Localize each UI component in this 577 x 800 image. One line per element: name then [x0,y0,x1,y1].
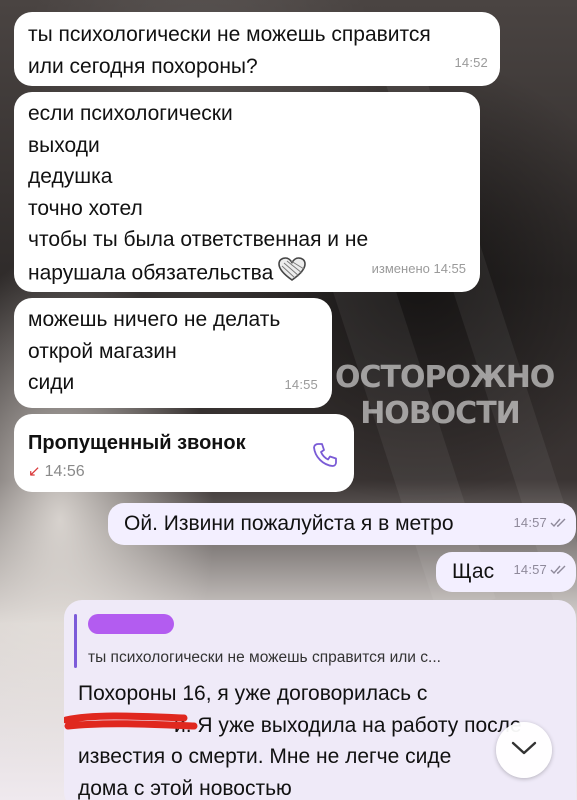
message-text: известия о смерти. Мне не легче сиде [78,745,452,768]
message-text: можешь ничего не делать [28,308,281,331]
heart-icon[interactable] [277,256,307,292]
message-text: или сегодня похороны? [28,54,258,78]
message-text: ты психологически не можешь справится [28,23,431,46]
message-text: Похороны 16, я уже договорилась с [78,682,428,705]
redaction-scribble [64,712,198,730]
message-bubble-incoming[interactable]: ты психологически не можешь справится ил… [14,12,500,86]
double-check-icon [550,555,568,587]
message-text: дома с этой новостью [78,776,292,800]
message-text: открой магазин [28,339,177,363]
message-bubble-outgoing[interactable]: Щас 14:57 [436,552,576,592]
missed-call-meta: ↙ 14:56 [28,456,85,488]
message-bubble-outgoing[interactable]: Ой. Извини пожалуйста я в метро 14:57 [108,503,576,545]
scroll-down-button[interactable] [496,722,552,778]
message-time-with-status: 14:57 [513,507,568,539]
message-time: 14:57 [513,561,547,577]
message-line-with-reaction: нарушала обязательства [28,256,368,292]
chevron-down-icon [511,740,537,761]
message-bubble-incoming[interactable]: можешь ничего не делать открой магазин с… [14,298,332,408]
message-text: чтобы ты была ответственная и не [28,228,369,251]
double-check-icon [550,508,568,540]
message-text: нарушала обязательства [28,260,274,284]
message-bubble-outgoing-reply[interactable]: ты психологически не можешь справится ил… [64,600,576,800]
message-time: 14:52 [454,54,488,70]
missed-call-bubble[interactable]: Пропущенный звонок ↙ 14:56 [14,414,354,492]
message-time-with-status: 14:57 [513,554,568,586]
message-text: выходи [28,133,100,157]
message-text: точно хотел [28,196,143,220]
missed-call-time: 14:56 [44,463,85,480]
missed-call-arrow-icon: ↙ [28,463,41,480]
quote-author-redacted [88,614,174,634]
message-text: сиди [28,371,75,394]
watermark-line-2: НОВОСТИ [360,396,521,431]
missed-call-title: Пропущенный звонок [28,432,246,454]
watermark-line-1: ОСТОРОЖНО [335,360,555,395]
message-time: 14:55 [284,376,318,392]
message-text: Щас [452,560,495,583]
message-time: 14:57 [513,514,547,530]
message-bubble-incoming[interactable]: если психологически выходи дедушка точно… [14,92,480,292]
message-edited-time: изменено 14:55 [371,260,466,276]
message-text: дедушка [28,165,113,188]
phone-icon[interactable] [310,440,340,480]
message-text: Ой. Извини пожалуйста я в метро [124,512,454,535]
quote-accent-bar [74,614,77,668]
message-text: если психологически [28,102,233,125]
quoted-message-text: ты психологически не можешь справится ил… [88,649,441,666]
watermark: ОСТОРОЖНО НОВОСТИ [335,360,555,432]
